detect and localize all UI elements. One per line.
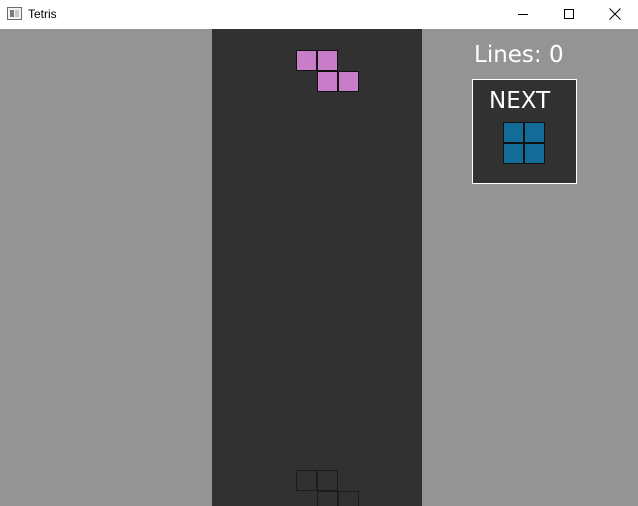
active-piece-cell [317, 71, 338, 92]
ghost-piece-cell [317, 470, 338, 491]
ghost-piece-cell [317, 491, 338, 506]
lines-counter: Lines: 0 [474, 42, 564, 68]
active-piece-cell [338, 71, 359, 92]
game-board[interactable] [212, 29, 422, 506]
window-title: Tetris [28, 7, 57, 21]
next-piece-cell [524, 122, 545, 143]
next-piece-cell [503, 122, 524, 143]
maximize-icon [564, 9, 574, 19]
minimize-icon [518, 14, 528, 15]
app-icon [7, 7, 22, 20]
ghost-piece-cell [296, 470, 317, 491]
next-piece-cell [524, 143, 545, 164]
minimize-button[interactable] [500, 0, 546, 29]
close-icon [609, 8, 621, 20]
next-label: NEXT [489, 88, 551, 114]
maximize-button[interactable] [546, 0, 592, 29]
ghost-piece-cell [338, 491, 359, 506]
active-piece-cell [296, 50, 317, 71]
next-piece-cell [503, 143, 524, 164]
active-piece-cell [317, 50, 338, 71]
close-button[interactable] [592, 0, 638, 29]
title-bar[interactable]: Tetris [0, 0, 638, 29]
next-piece-panel: NEXT [472, 79, 577, 184]
